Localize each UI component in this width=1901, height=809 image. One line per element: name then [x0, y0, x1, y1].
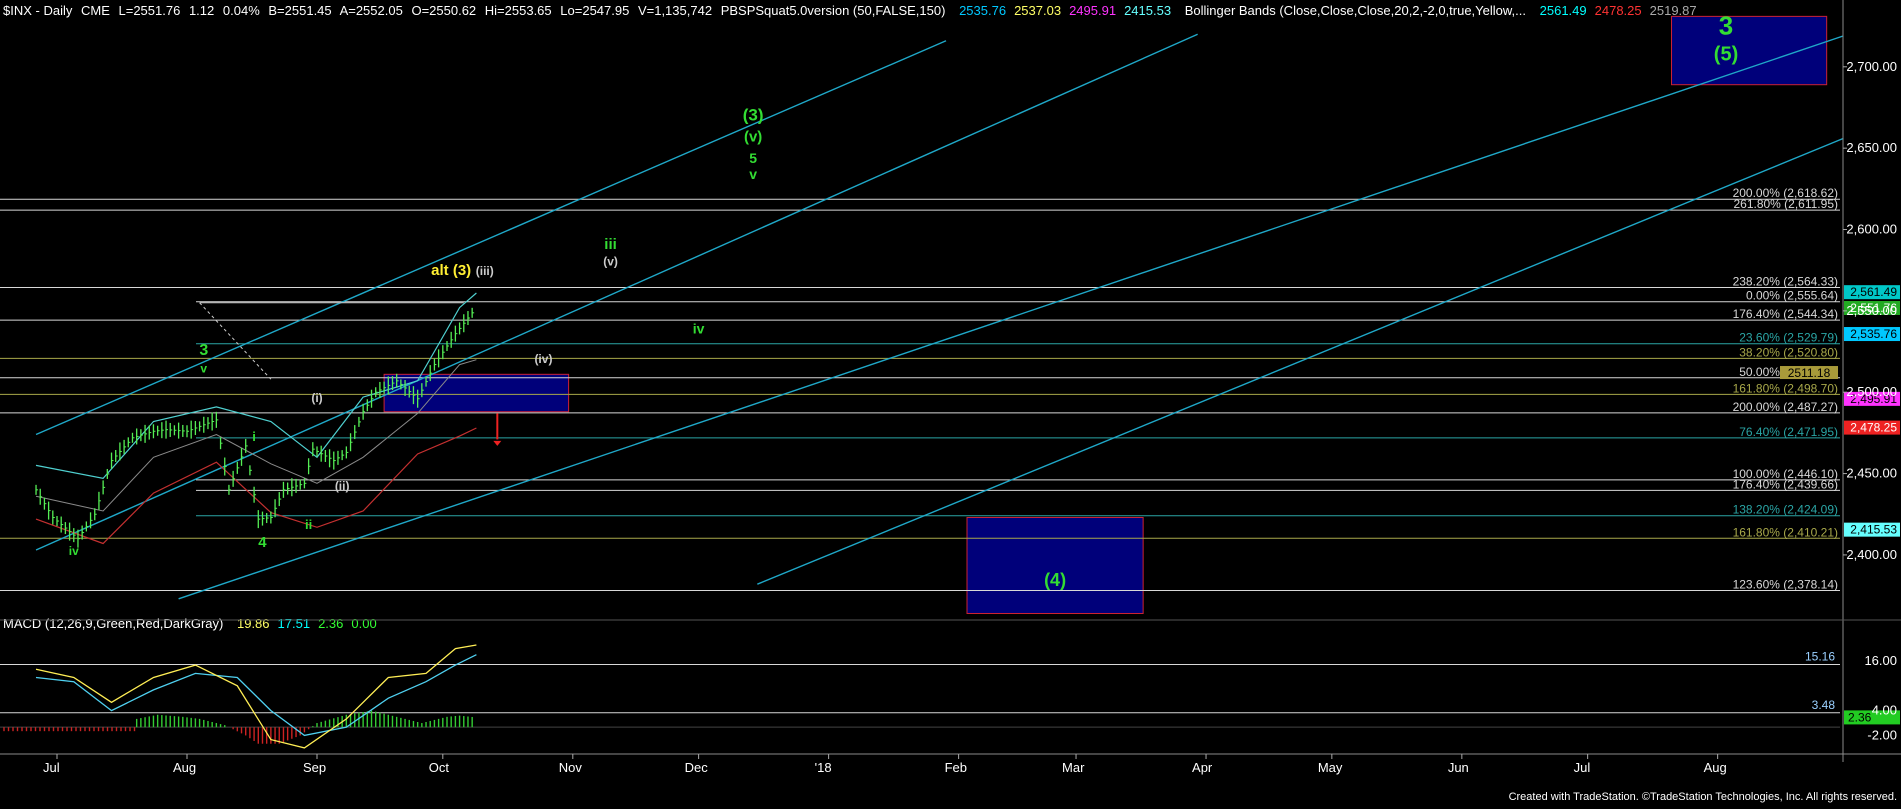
macd-reference-label: 15.16	[1805, 649, 1835, 663]
last-value-tag: 2,561.49	[1850, 285, 1897, 299]
fib-level-label: 238.20% (2,564.33)	[1733, 275, 1838, 289]
last-value-tag: 2,535.76	[1850, 327, 1897, 341]
y-tick-label: 2,600.00	[1846, 222, 1897, 237]
wave-label: v	[749, 166, 757, 182]
x-tick-label: Aug	[173, 760, 196, 775]
fib-level-label: 23.60% (2,529.79)	[1739, 331, 1838, 345]
study2-value: 2561.49	[1540, 3, 1587, 18]
last-price: L=2551.76	[119, 3, 181, 18]
macd-value: 2.36	[318, 616, 343, 631]
wave-label: v	[200, 362, 207, 376]
y-tick-label: 2,500.00	[1846, 384, 1897, 399]
y-tick-label: 2,400.00	[1846, 547, 1897, 562]
wave-label: (ii)	[335, 479, 350, 493]
open-price: O=2550.62	[411, 3, 476, 18]
x-tick-label: '18	[815, 760, 832, 775]
fib-level-label: 176.40% (2,544.34)	[1733, 307, 1838, 321]
low-price: Lo=2547.95	[560, 3, 629, 18]
last-value-tag: 2,478.25	[1850, 421, 1897, 435]
y-tick-label: 2,450.00	[1846, 466, 1897, 481]
fib-level-label: 200.00% (2,487.27)	[1733, 400, 1838, 414]
volume-value: V=1,135,742	[638, 3, 712, 18]
wave-label: (i)	[311, 391, 322, 405]
footer-credit: Created with TradeStation. ©TradeStation…	[1509, 791, 1897, 803]
study1-name: PBSPSquat5.0version (50,FALSE,150)	[721, 3, 946, 18]
x-tick-label: Jun	[1448, 760, 1469, 775]
wave-label: alt (3)	[431, 262, 471, 279]
price-tag: 2511.18	[1788, 366, 1831, 380]
chart-canvas: $INX - Daily CME L=2551.76 1.12 0.04% B=…	[0, 0, 1901, 804]
x-tick-label: Nov	[559, 760, 583, 775]
macd-name: MACD (12,26,9,Green,Red,DarkGray)	[3, 616, 223, 631]
macd-value-tag: 2.36	[1848, 710, 1872, 724]
fib-level-label: 123.60% (2,378.14)	[1733, 577, 1838, 591]
x-tick-label: May	[1318, 760, 1343, 775]
change-percent: 0.04%	[223, 3, 260, 18]
target-box	[966, 516, 1144, 614]
x-tick-label: Mar	[1062, 760, 1085, 775]
wave-label: (iii)	[476, 264, 494, 278]
fib-level-label: 38.20% (2,520.80)	[1739, 345, 1838, 359]
fib-level-label: 138.20% (2,424.09)	[1733, 503, 1838, 517]
x-tick-label: Aug	[1704, 760, 1727, 775]
wave-label: 5	[749, 150, 757, 166]
symbol-label: $INX - Daily	[3, 3, 73, 18]
y-tick-label: 2,650.00	[1846, 140, 1897, 155]
study1-value: 2535.76	[959, 3, 1006, 18]
x-tick-label: Feb	[945, 760, 967, 775]
x-tick-label: Oct	[429, 760, 450, 775]
ask-price: A=2552.05	[340, 3, 403, 18]
exchange-label: CME	[81, 3, 110, 18]
fib-level-label: 161.80% (2,410.21)	[1733, 525, 1838, 539]
bid-price: B=2551.45	[268, 3, 331, 18]
fib-level-label: 176.40% (2,439.66)	[1733, 477, 1838, 491]
macd-value: 0.00	[351, 616, 376, 631]
x-tick-label: Sep	[303, 760, 326, 775]
study2-value: 2519.87	[1650, 3, 1697, 18]
macd-y-tick-label: 16.00	[1864, 653, 1897, 668]
wave-label: (4)	[1044, 570, 1066, 590]
target-box	[1671, 15, 1828, 86]
macd-value: 19.86	[237, 616, 270, 631]
fib-level-label: 0.00% (2,555.64)	[1746, 289, 1838, 303]
fib-level-label: 76.40% (2,471.95)	[1739, 425, 1838, 439]
macd-reference-label: 3.48	[1812, 698, 1836, 712]
study1-value: 2537.03	[1014, 3, 1061, 18]
y-tick-label: 2,550.00	[1846, 303, 1897, 318]
x-tick-label: Jul	[43, 760, 60, 775]
fib-level-label: 261.80% (2,611.95)	[1733, 197, 1838, 211]
wave-label: 3	[199, 342, 208, 359]
study1-value: 2415.53	[1124, 3, 1171, 18]
fib-level-label: 161.80% (2,498.70)	[1733, 381, 1838, 395]
wave-label: (v)	[603, 254, 618, 268]
macd-y-tick-label: 4.00	[1872, 703, 1897, 718]
last-value-tag: 2,415.53	[1850, 523, 1897, 537]
wave-label: i	[252, 429, 256, 444]
wave-label: iv	[69, 544, 79, 558]
macd-header: MACD (12,26,9,Green,Red,DarkGray) 19.86 1…	[3, 616, 377, 631]
wave-label: (5)	[1714, 43, 1738, 65]
target-box	[383, 373, 570, 413]
wave-label: 3	[1719, 10, 1733, 40]
wave-label: iii	[604, 236, 617, 253]
wave-label: (iv)	[534, 352, 552, 366]
wave-label: (v)	[744, 129, 762, 146]
macd-y-tick-label: -2.00	[1867, 727, 1897, 742]
chart-window: $INX - Daily CME L=2551.76 1.12 0.04% B=…	[0, 0, 1901, 804]
y-tick-label: 2,700.00	[1846, 59, 1897, 74]
wave-label: 4	[258, 534, 267, 551]
wave-label: iv	[693, 321, 705, 337]
wave-label: ii	[305, 517, 312, 532]
x-tick-label: Jul	[1574, 760, 1591, 775]
high-price: Hi=2553.65	[485, 3, 552, 18]
change-value: 1.12	[189, 3, 214, 18]
wave-label: (3)	[743, 106, 764, 125]
study1-value: 2495.91	[1069, 3, 1116, 18]
study2-name: Bollinger Bands (Close,Close,Close,20,2,…	[1185, 3, 1526, 18]
symbol-header: $INX - Daily CME L=2551.76 1.12 0.04% B=…	[3, 3, 1697, 18]
study2-value: 2478.25	[1595, 3, 1642, 18]
x-tick-label: Apr	[1192, 760, 1213, 775]
x-tick-label: Dec	[685, 760, 709, 775]
macd-value: 17.51	[278, 616, 311, 631]
